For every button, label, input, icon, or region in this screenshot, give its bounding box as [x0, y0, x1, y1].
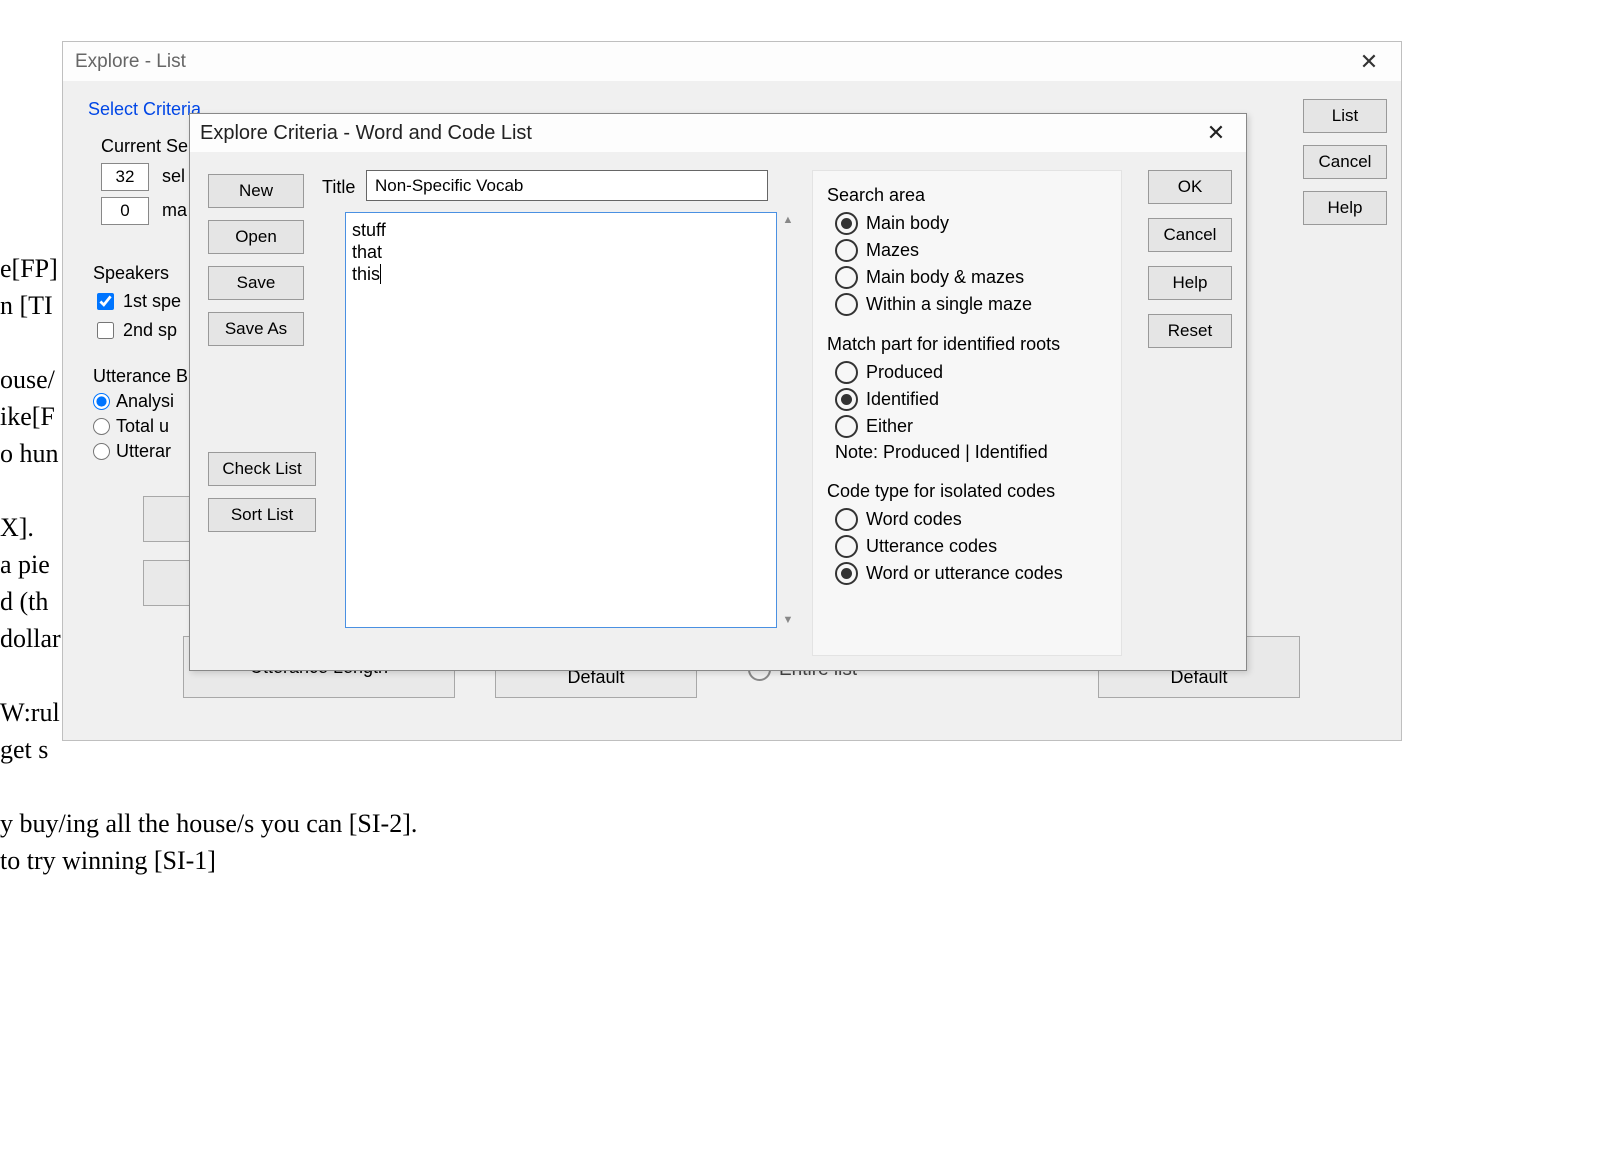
radio-icon — [835, 388, 858, 411]
matched-label: ma — [162, 200, 187, 220]
search-area-option[interactable]: Within a single maze — [835, 293, 1107, 316]
radio-icon — [835, 212, 858, 235]
explore-criteria-dialog: Explore Criteria - Word and Code List ✕ … — [189, 113, 1247, 671]
first-speaker-checkbox[interactable]: 1st spe — [93, 290, 181, 313]
search-area-option[interactable]: Main body — [835, 212, 1107, 235]
search-area-option[interactable]: Main body & mazes — [835, 266, 1107, 289]
word-list-item: stuff — [352, 219, 770, 241]
speakers-label: Speakers — [93, 263, 181, 284]
radio-icon — [835, 562, 858, 585]
save-as-button[interactable]: Save As — [208, 312, 304, 346]
match-part-label: Match part for identified roots — [827, 334, 1107, 355]
explore-list-title: Explore - List — [75, 51, 186, 73]
options-panel: Search area Main body Mazes Main body & ma… — [812, 170, 1122, 656]
first-speaker-check[interactable] — [97, 293, 114, 310]
radio-icon[interactable] — [93, 418, 110, 435]
code-type-option[interactable]: Utterance codes — [835, 535, 1107, 558]
help-button[interactable]: Help — [1148, 266, 1232, 300]
radio-icon — [835, 293, 858, 316]
search-area-option-label: Main body & mazes — [866, 267, 1024, 288]
chevron-up-icon[interactable]: ▲ — [779, 214, 797, 226]
radio-icon — [835, 239, 858, 262]
close-icon[interactable]: ✕ — [1196, 120, 1236, 146]
check-list-button[interactable]: Check List — [208, 452, 316, 486]
list-button[interactable]: List — [1303, 99, 1387, 133]
utterance-base-label: Utterance B — [93, 366, 188, 387]
word-list-textarea[interactable]: stuffthatthis — [345, 212, 777, 628]
dialog-title: Explore Criteria - Word and Code List — [200, 122, 532, 145]
match-part-option[interactable]: Produced — [835, 361, 1107, 384]
radio-icon — [835, 535, 858, 558]
radio-icon — [835, 508, 858, 531]
explore-list-titlebar: Explore - List ✕ — [63, 42, 1401, 81]
match-part-option-label: Identified — [866, 389, 939, 410]
word-list-item: that — [352, 241, 770, 263]
search-area-option[interactable]: Mazes — [835, 239, 1107, 262]
utterance-base-option[interactable]: Total u — [93, 416, 188, 437]
close-icon[interactable]: ✕ — [1349, 49, 1389, 75]
radio-icon[interactable] — [93, 443, 110, 460]
select-criteria-link[interactable]: Select Criteria — [88, 99, 201, 120]
save-button[interactable]: Save — [208, 266, 304, 300]
match-part-option-label: Produced — [866, 362, 943, 383]
cancel-button[interactable]: Cancel — [1148, 218, 1232, 252]
search-area-label: Search area — [827, 185, 1107, 206]
search-area-option-label: Within a single maze — [866, 294, 1032, 315]
cancel-button[interactable]: Cancel — [1303, 145, 1387, 179]
utterance-base-option-label: Utterar — [116, 441, 171, 462]
new-button[interactable]: New — [208, 174, 304, 208]
dialog-titlebar: Explore Criteria - Word and Code List ✕ — [190, 114, 1246, 152]
current-selection-label: Current Sele — [101, 136, 202, 157]
radio-icon[interactable] — [93, 393, 110, 410]
search-area-option-label: Mazes — [866, 240, 919, 261]
match-part-option-label: Either — [866, 416, 913, 437]
match-part-option[interactable]: Identified — [835, 388, 1107, 411]
code-type-option[interactable]: Word or utterance codes — [835, 562, 1107, 585]
match-part-note: Note: Produced | Identified — [835, 442, 1107, 463]
first-speaker-label: 1st spe — [123, 291, 181, 312]
radio-icon — [835, 361, 858, 384]
list-scrollbar[interactable]: ▲ ▼ — [779, 214, 797, 626]
utterance-base-option-label: Analysi — [116, 391, 174, 412]
second-speaker-label: 2nd sp — [123, 320, 177, 341]
search-area-option-label: Main body — [866, 213, 949, 234]
code-type-option-label: Word or utterance codes — [866, 563, 1063, 584]
ok-button[interactable]: OK — [1148, 170, 1232, 204]
code-type-label: Code type for isolated codes — [827, 481, 1107, 502]
match-part-option[interactable]: Either — [835, 415, 1107, 438]
open-button[interactable]: Open — [208, 220, 304, 254]
reset-button[interactable]: Reset — [1148, 314, 1232, 348]
utterance-base-option[interactable]: Analysi — [93, 391, 188, 412]
selected-count: 32 — [101, 163, 149, 191]
second-speaker-checkbox[interactable]: 2nd sp — [93, 319, 181, 342]
radio-icon — [835, 415, 858, 438]
title-input[interactable] — [366, 170, 768, 201]
utterance-base-option[interactable]: Utterar — [93, 441, 188, 462]
code-type-option-label: Word codes — [866, 509, 962, 530]
sort-list-button[interactable]: Sort List — [208, 498, 316, 532]
selected-label: sel — [162, 166, 185, 186]
radio-icon — [835, 266, 858, 289]
code-type-option-label: Utterance codes — [866, 536, 997, 557]
chevron-down-icon[interactable]: ▼ — [779, 614, 797, 626]
word-list-item: this — [352, 263, 770, 285]
title-label: Title — [322, 177, 355, 198]
code-type-option[interactable]: Word codes — [835, 508, 1107, 531]
help-button[interactable]: Help — [1303, 191, 1387, 225]
matched-count: 0 — [101, 197, 149, 225]
utterance-base-option-label: Total u — [116, 416, 169, 437]
second-speaker-check[interactable] — [97, 322, 114, 339]
